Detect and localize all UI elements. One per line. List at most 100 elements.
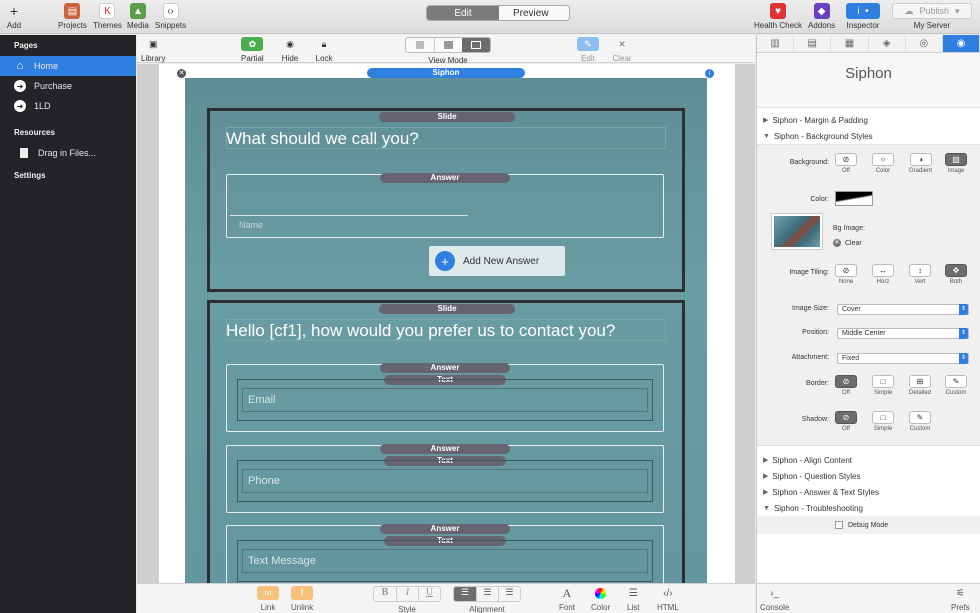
font-button[interactable]: A Font bbox=[559, 586, 575, 613]
hide-button[interactable]: ◉ Hide bbox=[279, 37, 301, 64]
sidebar-item-purchase[interactable]: ➜ Purchase bbox=[0, 76, 136, 96]
view-mode-large[interactable] bbox=[462, 38, 490, 52]
answer-box[interactable]: Answer Name bbox=[226, 173, 664, 238]
media-button[interactable]: ▲ Media bbox=[127, 3, 149, 30]
sidebar-item-home[interactable]: ⌂ Home bbox=[0, 56, 136, 76]
section-troubleshooting[interactable]: ▼ Siphon - Troubleshooting bbox=[757, 500, 980, 516]
tab-layout[interactable]: ▤ bbox=[794, 35, 832, 52]
tab-stack[interactable]: ◉ bbox=[942, 35, 980, 52]
inspector-button[interactable]: i • Inspector bbox=[846, 3, 880, 30]
add-button[interactable]: + Add bbox=[6, 3, 22, 30]
link-button[interactable]: ∞ Link bbox=[257, 586, 279, 612]
section-align-content[interactable]: ▶ Siphon - Align Content bbox=[757, 452, 980, 468]
slide-2[interactable]: Slide Hello [cf1], how would you prefer … bbox=[207, 300, 685, 583]
section-background-styles[interactable]: ▼ Siphon - Background Styles bbox=[757, 128, 980, 144]
background-color-option[interactable]: ○ Color bbox=[872, 153, 894, 174]
add-new-answer-button[interactable]: + Add New Answer bbox=[429, 246, 565, 276]
prefs-button[interactable]: ⚟ Prefs bbox=[951, 586, 970, 613]
partial-button[interactable]: ✿ Partial bbox=[241, 37, 264, 63]
phone-field[interactable]: Phone bbox=[237, 460, 653, 502]
siphon-stack-label[interactable]: Siphon bbox=[367, 68, 525, 78]
drag-files-item[interactable]: Drag in Files... bbox=[0, 143, 136, 163]
position-select[interactable]: Middle Center ⇕ bbox=[837, 328, 969, 339]
color-button[interactable]: Color bbox=[591, 586, 610, 612]
tab-tags[interactable]: ◈ bbox=[869, 35, 906, 52]
answer-box-phone[interactable]: Answer Text Phone bbox=[226, 444, 664, 513]
publish-button[interactable]: ☁ Publish ▾ My Server bbox=[892, 3, 972, 30]
unlink-button[interactable]: ⌇ Unlink bbox=[291, 586, 313, 612]
console-button[interactable]: ›_ Console bbox=[760, 586, 789, 613]
background-image-option[interactable]: ▨ Image bbox=[945, 153, 967, 174]
sidebar-item-1ld[interactable]: ➜ 1LD bbox=[0, 96, 136, 116]
slide-1[interactable]: Slide What should we call you? Answer Na… bbox=[207, 108, 685, 292]
shadow-custom-option[interactable]: ✎ Custom bbox=[909, 411, 931, 432]
list-button[interactable]: ☰ List bbox=[627, 586, 639, 613]
section-margin-padding[interactable]: ▶ Siphon - Margin & Padding bbox=[757, 112, 980, 128]
settings-heading[interactable]: Settings bbox=[0, 165, 136, 186]
question-text[interactable]: What should we call you? bbox=[226, 129, 419, 149]
border-simple-option[interactable]: □ Simple bbox=[872, 375, 894, 396]
align-center-icon[interactable]: ☰ bbox=[476, 587, 498, 601]
tab-site[interactable]: ▦ bbox=[831, 35, 869, 52]
inspector-panel: ▥ ▤ ▦ ◈ ◎ ◉ Siphon ▶ Siphon - Margin & Pa… bbox=[756, 35, 980, 583]
tab-page[interactable]: ▥ bbox=[757, 35, 795, 52]
arrow-right-icon: ➜ bbox=[14, 80, 26, 92]
bg-image-thumbnail[interactable] bbox=[771, 213, 823, 250]
email-field[interactable]: Email bbox=[237, 379, 653, 421]
off-icon: ⊘ bbox=[835, 153, 857, 166]
info-icon[interactable]: i bbox=[705, 69, 714, 78]
question-text[interactable]: Hello [cf1], how would you prefer us to … bbox=[226, 321, 615, 341]
health-check-button[interactable]: ♥ Health Check bbox=[754, 3, 802, 30]
remove-stack-icon[interactable]: ✕ bbox=[177, 69, 186, 78]
tiling-horz-option[interactable]: ↔ Horz bbox=[872, 264, 894, 285]
phone-placeholder: Phone bbox=[248, 475, 280, 487]
name-input[interactable]: Name bbox=[239, 220, 263, 230]
bold-button[interactable]: B bbox=[374, 587, 396, 601]
triangle-right-icon: ▶ bbox=[763, 457, 769, 464]
lock-button[interactable]: 🔒︎ Lock bbox=[313, 37, 335, 64]
image-size-label: Image Size: bbox=[792, 305, 829, 312]
themes-button[interactable]: K Themes bbox=[93, 3, 122, 30]
color-well[interactable] bbox=[835, 191, 873, 206]
edit-tab[interactable]: Edit bbox=[427, 6, 499, 20]
align-right-icon[interactable]: ☰ bbox=[498, 587, 520, 601]
select-arrows-icon: ⇕ bbox=[959, 304, 968, 315]
border-off-option[interactable]: ⊘ Off bbox=[835, 375, 857, 396]
background-gradient-option[interactable]: ◑ Gradient bbox=[909, 153, 932, 174]
view-mode-medium[interactable] bbox=[434, 38, 462, 52]
answer-box-text-message[interactable]: Answer Text Text Message bbox=[226, 524, 664, 583]
underline-button[interactable]: U bbox=[418, 587, 440, 601]
tiling-vert-option[interactable]: ↕ Vert bbox=[909, 264, 931, 285]
attachment-select[interactable]: Fixed ⇕ bbox=[837, 353, 969, 364]
library-button[interactable]: ▣ Library bbox=[141, 37, 165, 64]
align-left-icon[interactable]: ☰ bbox=[454, 587, 476, 601]
shadow-off-option[interactable]: ⊘ Off bbox=[835, 411, 857, 432]
background-off-option[interactable]: ⊘ Off bbox=[835, 153, 857, 174]
pencil-icon: ✎ bbox=[577, 37, 599, 51]
clear-image-button[interactable]: ✕ Clear bbox=[833, 239, 862, 247]
border-custom-option[interactable]: ✎ Custom bbox=[945, 375, 967, 396]
section-answer-text-styles[interactable]: ▶ Siphon - Answer & Text Styles bbox=[757, 484, 980, 500]
html-button[interactable]: ‹/› HTML bbox=[657, 586, 679, 613]
projects-button[interactable]: ▤ Projects bbox=[58, 3, 87, 30]
italic-button[interactable]: I bbox=[396, 587, 418, 601]
answer-box-email[interactable]: Answer Text Email bbox=[226, 363, 664, 432]
text-message-field[interactable]: Text Message bbox=[237, 540, 653, 582]
snippets-button[interactable]: ‹› Snippets bbox=[155, 3, 186, 30]
tiling-none-option[interactable]: ⊘ None bbox=[835, 264, 857, 285]
border-detailed-option[interactable]: ⊞ Detailed bbox=[909, 375, 931, 396]
preview-tab[interactable]: Preview ▾ bbox=[499, 6, 569, 20]
image-size-select[interactable]: Cover ⇕ bbox=[837, 304, 969, 315]
tab-styles[interactable]: ◎ bbox=[906, 35, 943, 52]
view-mode-small[interactable] bbox=[406, 38, 434, 52]
tiling-both-option[interactable]: ✥ Both bbox=[945, 264, 967, 285]
clear-button[interactable]: ✕ Clear bbox=[611, 37, 633, 64]
addons-button[interactable]: ◆ Addons bbox=[808, 3, 835, 30]
edit-button[interactable]: ✎ Edit bbox=[577, 37, 599, 63]
section-question-styles[interactable]: ▶ Siphon - Question Styles bbox=[757, 468, 980, 484]
format-toolbar: ∞ Link ⌇ Unlink B I U Style ☰ ☰ ☰ Alignm… bbox=[137, 583, 755, 613]
phone-field-inner bbox=[242, 469, 648, 493]
name-field-line bbox=[230, 215, 468, 216]
shadow-simple-option[interactable]: □ Simple bbox=[872, 411, 894, 432]
debug-mode-checkbox[interactable] bbox=[835, 521, 843, 529]
